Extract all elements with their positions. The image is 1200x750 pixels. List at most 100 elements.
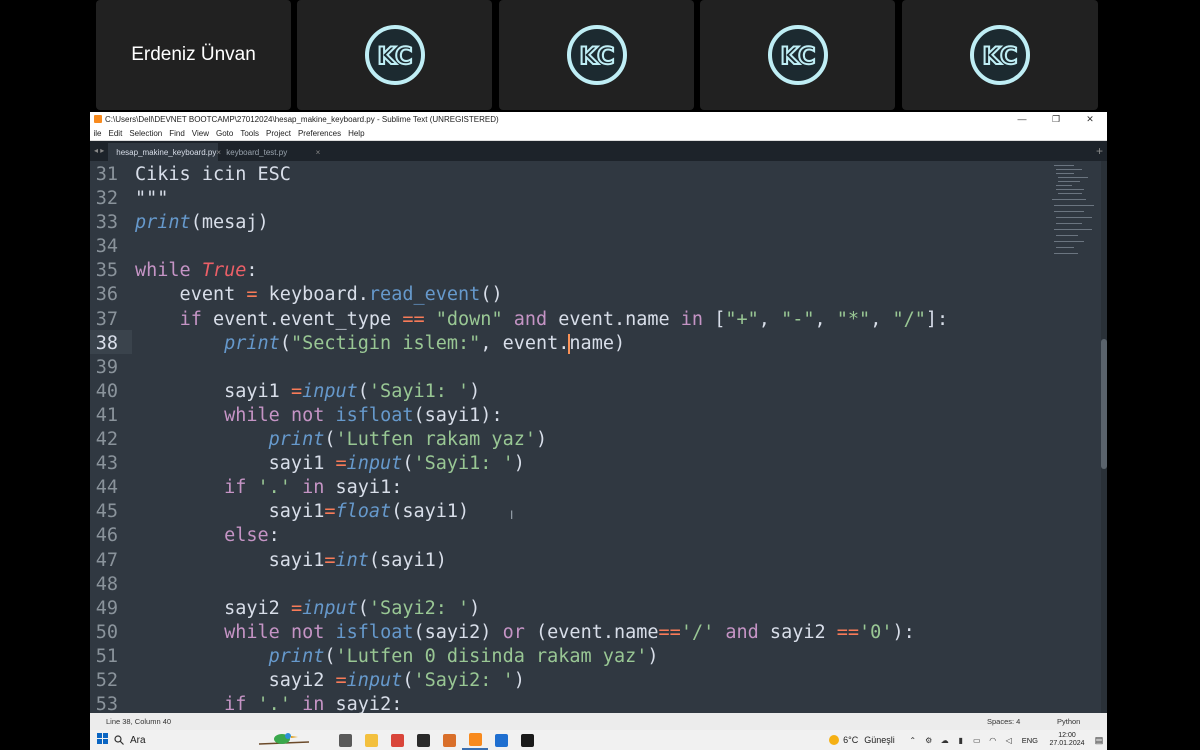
- code-line[interactable]: 35 while True:: [90, 259, 948, 283]
- line-number: 48: [95, 573, 118, 595]
- language-indicator[interactable]: ENG: [1022, 736, 1038, 745]
- menu-help[interactable]: Help: [345, 129, 368, 138]
- taskbar-app-chrome[interactable]: [384, 730, 410, 750]
- code-line[interactable]: 49 sayi2 =input('Sayi2: '): [90, 597, 948, 621]
- tab-nav-arrows-icon[interactable]: ◂ ▸: [90, 146, 108, 161]
- cloud-icon[interactable]: ☁: [939, 736, 951, 745]
- indentation-setting[interactable]: Spaces: 4: [987, 717, 1057, 726]
- terminal-icon: [520, 733, 534, 747]
- participant-tile[interactable]: KC: [902, 0, 1098, 110]
- tab-hesap-makine-keyboard[interactable]: hesap_makine_keyboard.py ×: [108, 143, 221, 161]
- taskbar-app-app-dark[interactable]: [410, 730, 436, 750]
- participant-tile[interactable]: KC: [297, 0, 492, 110]
- code-line[interactable]: 45 sayi1=float(sayi1): [90, 500, 948, 524]
- code-line[interactable]: 51 print('Lutfen 0 disinda rakam yaz'): [90, 645, 948, 669]
- participant-tile[interactable]: Erdeniz Ünvan: [96, 0, 291, 110]
- code-token: sayi1: [135, 453, 336, 475]
- participant-tile[interactable]: KC: [700, 0, 895, 110]
- code-token: (mesaj): [190, 212, 269, 234]
- menu-view[interactable]: View: [188, 129, 212, 138]
- code-line[interactable]: 44 if '.' in sayi1:: [90, 476, 948, 500]
- code-token: ):: [892, 621, 915, 643]
- mic-icon[interactable]: ▮: [955, 736, 967, 745]
- code-line[interactable]: 38 print("Sectigin islem:", event.name): [90, 332, 948, 356]
- menu-goto[interactable]: Goto: [213, 129, 237, 138]
- volume-icon[interactable]: ◁: [1003, 736, 1015, 745]
- code-token: "Sectigin islem:": [290, 332, 481, 354]
- code-token: read_event: [368, 284, 481, 306]
- menu-find[interactable]: Find: [166, 129, 189, 138]
- scrollbar-thumb[interactable]: [1101, 339, 1107, 469]
- code-token: =: [335, 669, 347, 691]
- taskbar-app-terminal[interactable]: [514, 730, 540, 750]
- code-token: (): [480, 284, 503, 306]
- line-source: event = keyboard.read_event(): [135, 284, 503, 305]
- participant-strip: Erdeniz Ünvan KC KC KC KC: [0, 0, 1200, 112]
- code-token: 'Sayi1: ': [368, 380, 470, 402]
- code-line[interactable]: 47 sayi1=int(sayi1): [90, 549, 948, 573]
- code-token: in: [302, 694, 325, 716]
- minimap[interactable]: [1044, 161, 1099, 271]
- code-line[interactable]: 42 print('Lutfen rakam yaz'): [90, 428, 948, 452]
- code-token: not: [290, 404, 325, 426]
- code-token: [: [703, 308, 726, 330]
- tab-close-icon[interactable]: ×: [316, 148, 321, 157]
- code-line[interactable]: 50 while not isfloat(sayi2) or (event.na…: [90, 621, 948, 645]
- minimize-button[interactable]: —: [1005, 114, 1039, 125]
- restore-button[interactable]: ❐: [1039, 114, 1073, 125]
- code-line[interactable]: 48: [90, 573, 948, 597]
- code-line[interactable]: 43 sayi1 =input('Sayi1: '): [90, 452, 948, 476]
- menu-preferences[interactable]: Preferences: [294, 129, 344, 138]
- code-token: (: [357, 380, 369, 402]
- code-line[interactable]: 34: [90, 235, 948, 259]
- code-line[interactable]: 40 sayi1 =input('Sayi1: '): [90, 380, 948, 404]
- menu-edit[interactable]: Edit: [105, 129, 126, 138]
- taskbar-app-sublime-text[interactable]: [462, 730, 488, 750]
- menu-selection[interactable]: Selection: [126, 129, 166, 138]
- weather-widget[interactable]: 6°C Güneşli: [829, 735, 895, 745]
- notification-icon[interactable]: ▤: [1091, 735, 1107, 746]
- window-title: C:\Users\Dell\DEVNET BOOTCAMP\27012024\h…: [105, 114, 499, 124]
- vertical-scrollbar[interactable]: [1101, 161, 1107, 713]
- menu-project[interactable]: Project: [263, 129, 295, 138]
- clock[interactable]: 12:00 27.01.2024: [1043, 732, 1091, 748]
- code-line[interactable]: 33 print(mesaj): [90, 211, 948, 235]
- menu-tools[interactable]: Tools: [237, 129, 263, 138]
- close-button[interactable]: ✕: [1073, 114, 1107, 125]
- code-token: (: [324, 429, 336, 451]
- code-token: and: [513, 308, 548, 330]
- code-token: (: [279, 332, 291, 354]
- code-line[interactable]: 46 else:: [90, 524, 948, 548]
- taskbar-app-task-view[interactable]: [332, 730, 358, 750]
- code-token: :: [246, 260, 258, 282]
- code-line[interactable]: 39: [90, 356, 948, 380]
- code-line[interactable]: 31 Cikis icin ESC: [90, 163, 948, 187]
- syntax-selector[interactable]: Python: [1057, 717, 1107, 726]
- code-line[interactable]: 36 event = keyboard.read_event(): [90, 283, 948, 307]
- code-area[interactable]: 31 Cikis icin ESC 32 """ 33 print(mesaj) 34 35 w…: [90, 163, 948, 717]
- battery-icon[interactable]: ▭: [971, 736, 983, 745]
- app-orange-icon: [442, 733, 456, 747]
- line-source: sayi2 =input('Sayi2: '): [135, 598, 480, 619]
- chrome-icon: [390, 733, 404, 747]
- code-line[interactable]: 37 if event.event_type == "down" and eve…: [90, 308, 948, 332]
- taskbar-app-app-blue[interactable]: [488, 730, 514, 750]
- code-editor[interactable]: 31 Cikis icin ESC 32 """ 33 print(mesaj) 34 35 w…: [90, 161, 1107, 715]
- new-tab-icon[interactable]: +: [1092, 144, 1107, 161]
- taskbar-app-app-orange[interactable]: [436, 730, 462, 750]
- windows-start-icon[interactable]: [90, 733, 114, 747]
- code-line[interactable]: 32 """: [90, 187, 948, 211]
- chevron-up-icon[interactable]: ⌃: [907, 736, 919, 745]
- settings-icon[interactable]: ⚙: [923, 736, 935, 745]
- participant-tile[interactable]: KC: [499, 0, 694, 110]
- taskbar-search[interactable]: Ara: [114, 730, 254, 750]
- wifi-icon[interactable]: ◠: [987, 736, 999, 745]
- tab-keyboard-test[interactable]: keyboard_test.py ×: [218, 143, 328, 161]
- code-line[interactable]: 52 sayi2 =input('Sayi2: '): [90, 669, 948, 693]
- menu-file[interactable]: ile: [90, 129, 105, 138]
- code-line[interactable]: 41 while not isfloat(sayi1):: [90, 404, 948, 428]
- taskbar-app-file-explorer[interactable]: [358, 730, 384, 750]
